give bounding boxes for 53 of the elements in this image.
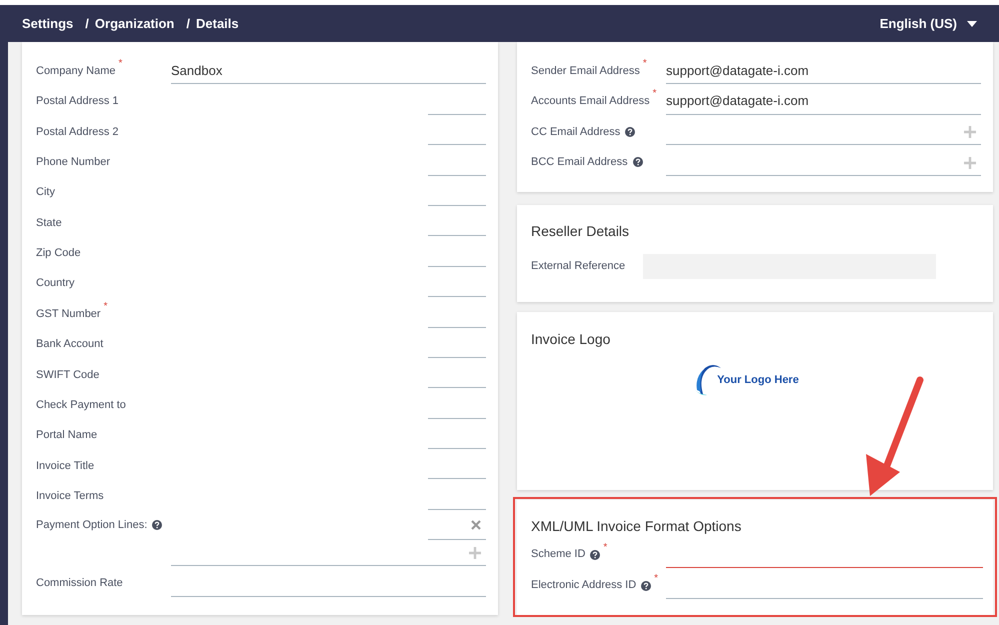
add-icon[interactable] — [964, 156, 976, 169]
field-label: Bank Account — [36, 337, 104, 352]
help-icon[interactable] — [590, 550, 600, 560]
field-label: Scheme ID — [531, 547, 586, 562]
field-label: Payment Option Lines: — [36, 518, 148, 533]
help-icon[interactable] — [152, 520, 162, 530]
add-icon[interactable] — [964, 126, 976, 138]
field-label: Postal Address 2 — [36, 124, 119, 140]
field-label: Phone Number — [36, 154, 110, 170]
field-label: GST Number — [36, 306, 101, 322]
field-label: Commission Rate — [36, 576, 123, 591]
field-label: Portal Name — [36, 428, 98, 444]
language-dropdown[interactable]: English (US) — [880, 14, 977, 34]
text-field[interactable]: Sandbox — [171, 54, 486, 84]
breadcrumb-link[interactable]: Organization — [94, 14, 174, 34]
required-mark: * — [104, 302, 108, 312]
field-label: CC Email Address — [531, 124, 620, 140]
caret-icon — [967, 20, 977, 26]
required-mark: * — [652, 89, 657, 100]
field-label: BCC Email Address — [531, 154, 628, 170]
field-label: Sender Email Address — [531, 64, 640, 79]
help-icon[interactable] — [641, 580, 652, 591]
text-field[interactable]: support@datagate-i.com — [666, 84, 981, 115]
field-label: Country — [36, 276, 75, 292]
required-mark: * — [642, 59, 647, 69]
field-label: SWIFT Code — [36, 368, 100, 383]
text-field[interactable]: support@datagate-i.com — [666, 54, 981, 84]
help-icon[interactable] — [625, 126, 636, 137]
required-mark: * — [654, 574, 658, 584]
field-label: Zip Code — [36, 246, 81, 262]
breadcrumb-separator: / — [186, 14, 190, 33]
field-label: External Reference — [531, 258, 626, 274]
section-title: XML/UML Invoice Format Options — [531, 516, 742, 536]
field-label: State — [36, 216, 62, 231]
required-mark: * — [603, 542, 608, 553]
field-label: Check Payment to — [36, 398, 126, 414]
breadcrumb-link[interactable]: Details — [196, 14, 239, 34]
field-label: Postal Address 1 — [36, 94, 119, 110]
field-label: Invoice Title — [36, 458, 94, 474]
add-icon[interactable] — [469, 547, 481, 560]
breadcrumb-separator: / — [85, 14, 89, 33]
logo-text: Your Logo Here — [717, 373, 799, 388]
remove-icon[interactable] — [471, 520, 481, 530]
section-title: Invoice Logo — [531, 330, 612, 349]
field-label: Accounts Email Address — [531, 94, 650, 110]
field-label: Invoice Terms — [36, 489, 104, 504]
help-icon[interactable] — [632, 157, 643, 168]
field-label: Company Name — [36, 64, 116, 79]
required-mark: * — [118, 59, 122, 69]
breadcrumb-link[interactable]: Settings — [22, 14, 74, 34]
field-label: City — [36, 185, 55, 200]
field-label: Electronic Address ID — [531, 578, 636, 594]
section-title: Reseller Details — [531, 222, 630, 241]
